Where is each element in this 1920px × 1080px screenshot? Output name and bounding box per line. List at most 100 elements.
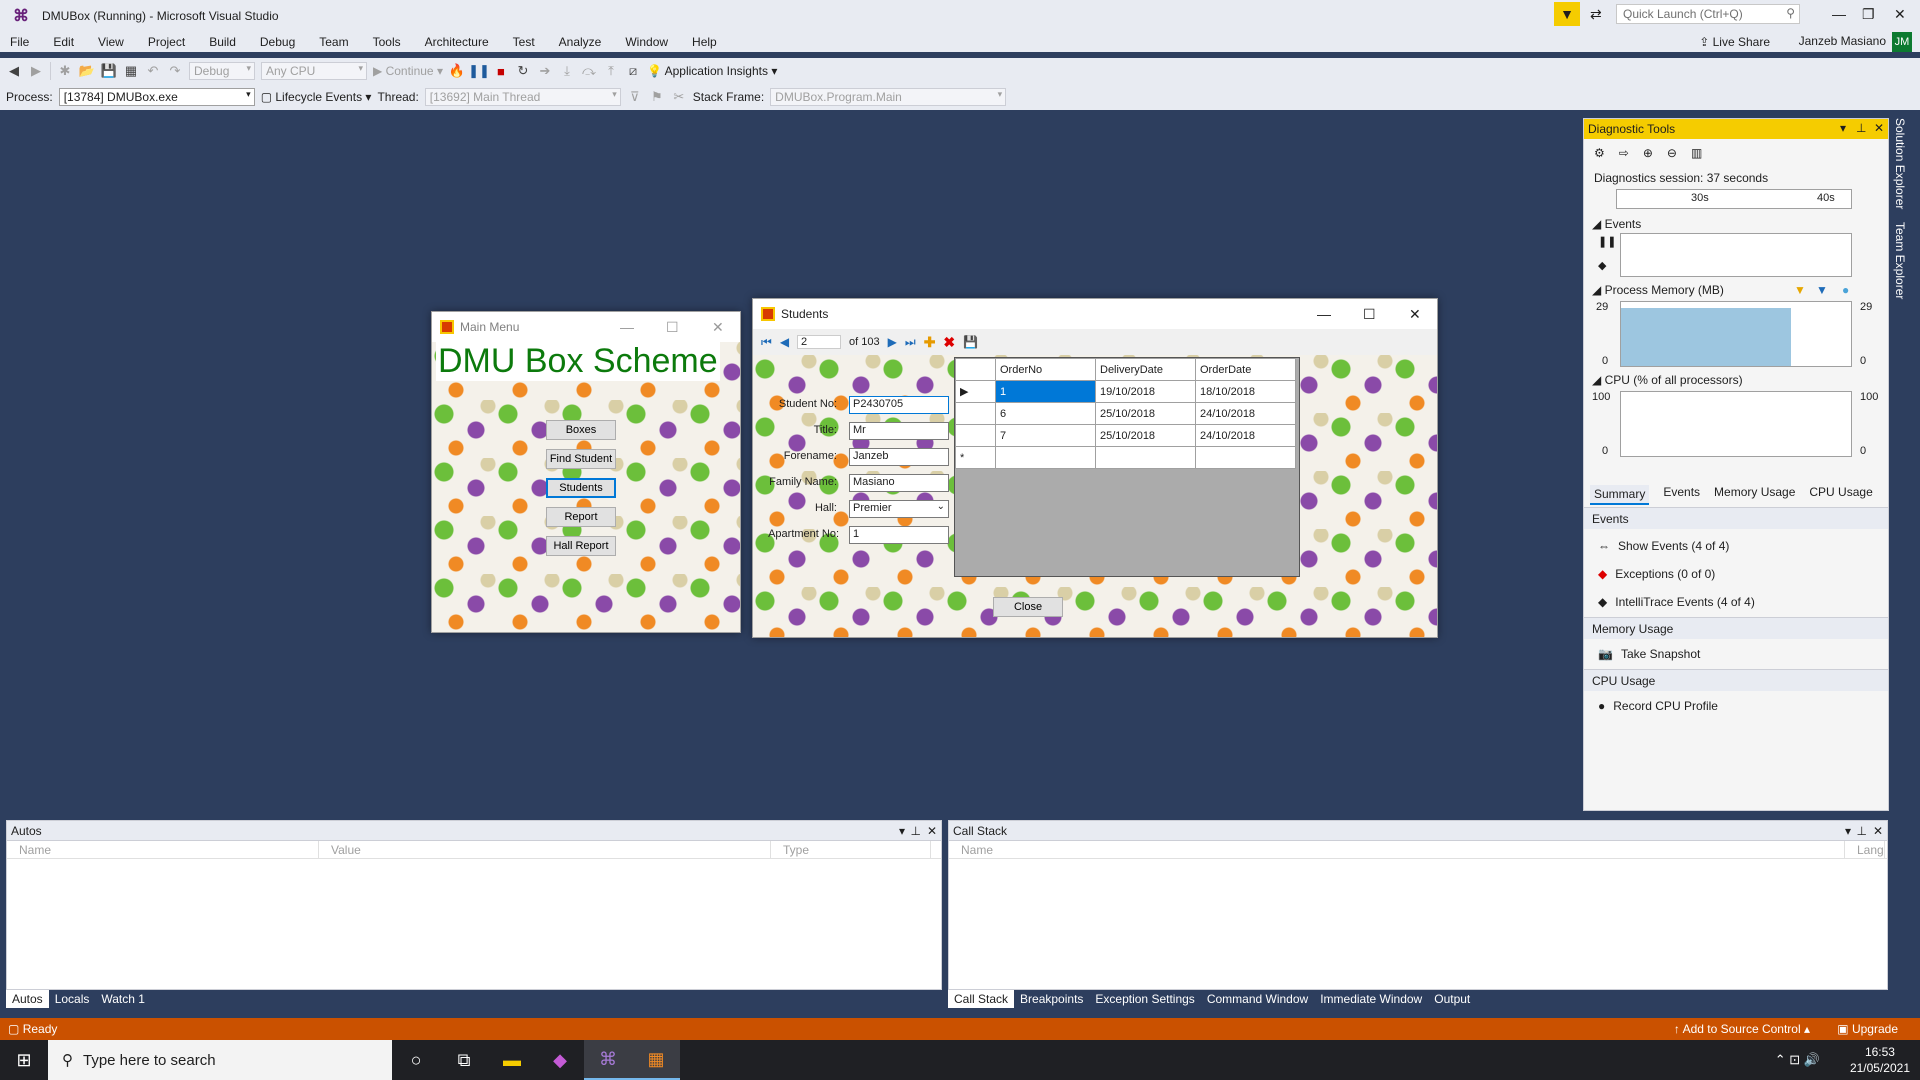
table-cell[interactable]: 1 (995, 380, 1096, 403)
taskbar-clock[interactable]: 16:53 21/05/2021 (1850, 1044, 1910, 1076)
tab-command-window[interactable]: Command Window (1201, 990, 1314, 1008)
close-icon[interactable]: ✕ (927, 824, 937, 838)
delete-icon[interactable]: ✖ (943, 334, 955, 351)
step-out-icon[interactable]: ⤒ (603, 63, 619, 79)
tab-call-stack[interactable]: Call Stack (948, 990, 1015, 1008)
lifecycle-events-button[interactable]: ▢ Lifecycle Events ▾ (261, 90, 372, 104)
cpu-chart[interactable] (1620, 391, 1852, 457)
menu-window[interactable]: Window (621, 35, 672, 49)
back-icon[interactable]: ◀ (6, 63, 22, 79)
row-selector[interactable] (955, 402, 996, 425)
close-button[interactable]: ✕ (1409, 306, 1421, 323)
tab-autos[interactable]: Autos (6, 990, 49, 1008)
open-file-icon[interactable]: 📂 (79, 63, 95, 79)
menu-build[interactable]: Build (205, 35, 240, 49)
reset-view-icon[interactable]: ▥ (1691, 146, 1702, 160)
table-cell[interactable]: 25/10/2018 (1095, 402, 1196, 425)
move-first-icon[interactable]: ⏮ (761, 335, 772, 350)
breakpoint-toggle-icon[interactable]: ⧄ (625, 63, 641, 79)
tab-events[interactable]: Events (1663, 485, 1700, 505)
flag-thread-icon[interactable]: ⚑ (649, 89, 665, 105)
tab-cpu-usage[interactable]: CPU Usage (1809, 485, 1872, 505)
orders-grid[interactable]: OrderNo DeliveryDate OrderDate ▶ 1 19/10… (954, 357, 1300, 577)
tab-locals[interactable]: Locals (49, 990, 96, 1008)
pin-icon[interactable]: ⊥ (1857, 824, 1867, 838)
feedback-icon[interactable]: ⇄ (1590, 6, 1602, 23)
stack-frame-select[interactable]: DMUBox.Program.Main ▾ (770, 88, 1007, 106)
application-insights-button[interactable]: 💡 Application Insights ▾ (647, 64, 777, 78)
show-next-statement-icon[interactable]: ➔ (537, 63, 553, 79)
show-events-link[interactable]: ⇔ Show Events (4 of 4) (1598, 539, 1729, 553)
table-cell[interactable]: 6 (995, 402, 1096, 425)
column-header[interactable]: Name (7, 841, 319, 858)
row-selector[interactable] (955, 424, 996, 447)
task-view-icon[interactable]: ⧉ (440, 1040, 488, 1080)
exceptions-link[interactable]: ◆ Exceptions (0 of 0) (1598, 567, 1715, 581)
table-cell[interactable]: 24/10/2018 (1195, 402, 1296, 425)
configuration-select[interactable]: Debug ▾ (189, 62, 255, 80)
pin-icon[interactable]: ⊥ (1856, 121, 1866, 135)
solution-explorer-tab[interactable]: Solution Explorer (1893, 118, 1907, 209)
hall-select[interactable]: Premier ⌄ (849, 500, 949, 518)
menu-view[interactable]: View (94, 35, 128, 49)
save-all-icon[interactable]: ▦ (123, 63, 139, 79)
dropdown-icon[interactable]: ▾ (899, 824, 905, 838)
quick-launch-input[interactable]: Quick Launch (Ctrl+Q) ⚲ (1616, 4, 1800, 24)
menu-debug[interactable]: Debug (256, 35, 299, 49)
find-student-button[interactable]: Find Student (546, 449, 616, 469)
table-cell[interactable]: 25/10/2018 (1095, 424, 1196, 447)
stop-icon[interactable]: ■ (493, 63, 509, 79)
platform-select[interactable]: Any CPU ▾ (261, 62, 367, 80)
add-new-icon[interactable]: ✚ (924, 334, 936, 351)
maximize-button[interactable]: ☐ (666, 319, 679, 336)
tab-output[interactable]: Output (1428, 990, 1476, 1008)
memory-chart[interactable] (1620, 301, 1852, 367)
boxes-button[interactable]: Boxes (546, 420, 616, 440)
restart-icon[interactable]: ↻ (515, 63, 531, 79)
close-form-button[interactable]: Close (993, 597, 1063, 617)
cortana-icon[interactable]: ○ (392, 1040, 440, 1080)
menu-help[interactable]: Help (688, 35, 721, 49)
close-icon[interactable]: ✕ (1874, 121, 1884, 135)
paint-3d-icon[interactable]: ◆ (536, 1040, 584, 1080)
events-chart[interactable] (1620, 233, 1852, 277)
timeline-ruler[interactable]: 30s 40s (1616, 189, 1852, 209)
table-cell[interactable] (995, 446, 1096, 469)
thread-select[interactable]: [13692] Main Thread ▾ (424, 88, 621, 106)
menu-test[interactable]: Test (509, 35, 539, 49)
position-input[interactable]: 2 (797, 335, 842, 349)
save-icon[interactable]: 💾 (101, 63, 117, 79)
column-header[interactable]: Name (949, 841, 1845, 858)
file-explorer-icon[interactable]: ▬ (488, 1040, 536, 1080)
user-name[interactable]: Janzeb Masiano (1799, 34, 1886, 48)
close-button[interactable]: ✕ (1894, 6, 1906, 23)
table-cell[interactable]: 18/10/2018 (1195, 380, 1296, 403)
tab-immediate-window[interactable]: Immediate Window (1314, 990, 1428, 1008)
avatar[interactable]: JM (1892, 32, 1912, 52)
move-last-icon[interactable]: ⏭ (905, 335, 916, 350)
step-into-icon[interactable]: ⤓ (559, 63, 575, 79)
menu-architecture[interactable]: Architecture (421, 35, 493, 49)
notification-filter-icon[interactable]: ▼ (1554, 2, 1580, 26)
tab-watch-1[interactable]: Watch 1 (95, 990, 151, 1008)
intellitrace-link[interactable]: ◆ IntelliTrace Events (4 of 4) (1598, 595, 1755, 609)
table-row[interactable]: ▶ 1 19/10/2018 18/10/2018 (955, 380, 1296, 403)
dropdown-icon[interactable]: ▾ (1840, 121, 1846, 135)
team-explorer-tab[interactable]: Team Explorer (1893, 222, 1907, 299)
close-icon[interactable]: ✕ (1873, 824, 1883, 838)
record-cpu-profile-button[interactable]: ● Record CPU Profile (1598, 699, 1718, 713)
table-cell[interactable]: 19/10/2018 (1095, 380, 1196, 403)
minimize-button[interactable]: — (1317, 306, 1331, 322)
dmubox-app-icon[interactable]: ▦ (632, 1040, 680, 1080)
column-header[interactable]: OrderNo (995, 358, 1096, 381)
zoom-in-icon[interactable]: ⊕ (1643, 146, 1653, 160)
close-button[interactable]: ✕ (712, 319, 724, 336)
minimize-button[interactable]: — (620, 319, 634, 335)
column-header[interactable]: Lang (1845, 841, 1885, 858)
column-header[interactable]: Value (319, 841, 771, 858)
table-cell[interactable] (1195, 446, 1296, 469)
table-cell[interactable] (1095, 446, 1196, 469)
zoom-out-icon[interactable]: ⊖ (1667, 146, 1677, 160)
students-button[interactable]: Students (546, 478, 616, 498)
menu-edit[interactable]: Edit (49, 35, 78, 49)
